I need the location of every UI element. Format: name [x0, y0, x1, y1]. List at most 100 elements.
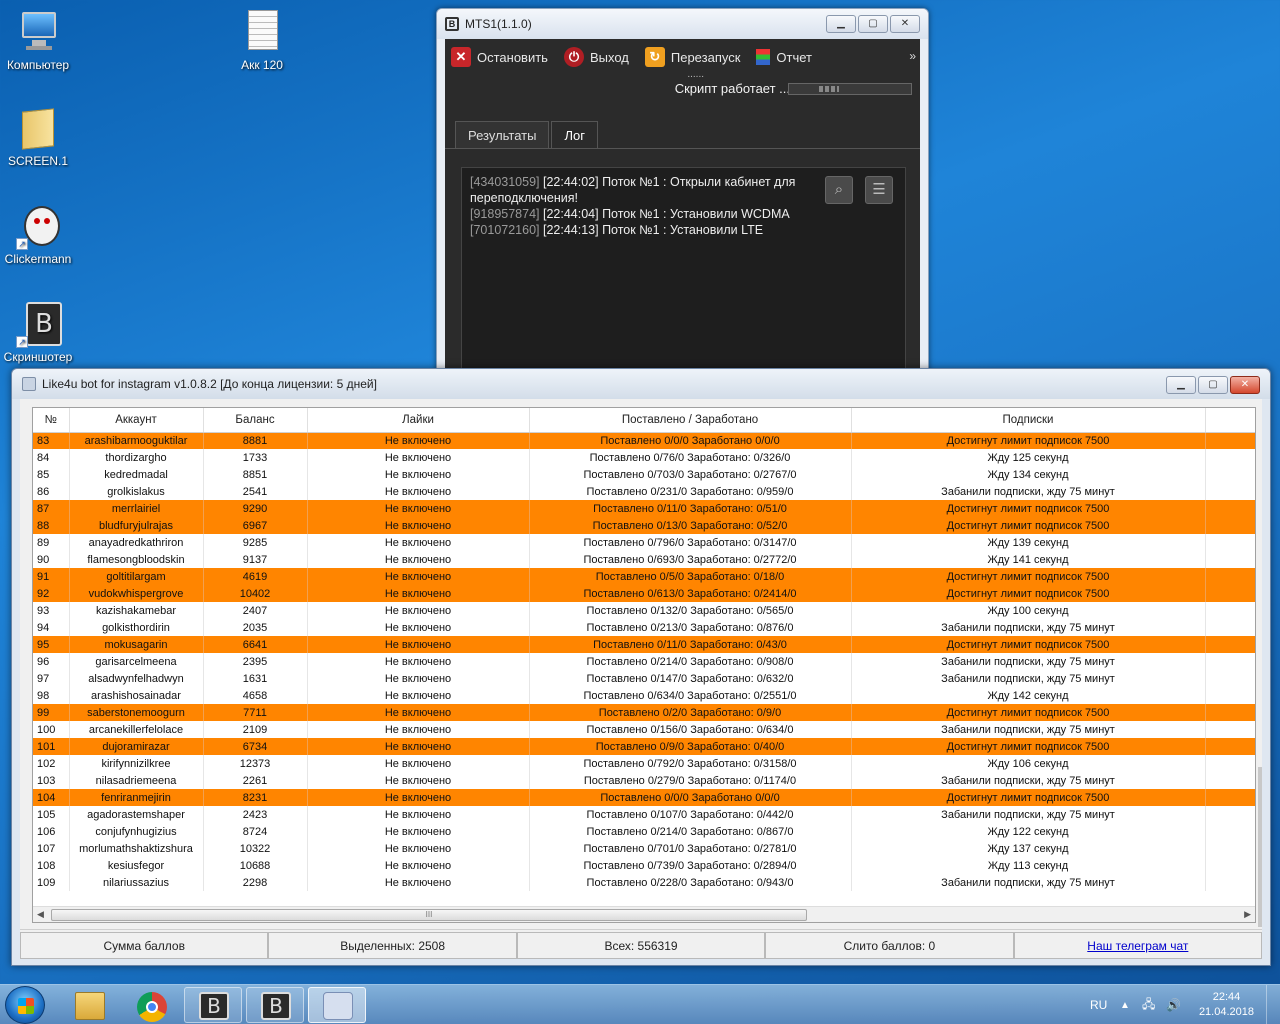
- cell-subscriptions: Забанили подписки, жду 75 минут: [851, 653, 1206, 670]
- table-row[interactable]: 90 flamesongbloodskin 9137 Не включено Поста…: [33, 551, 1255, 568]
- table-row[interactable]: 96 garisarcelmeena 2395 Не включено Поставле…: [33, 653, 1255, 670]
- cell-number: 107: [33, 840, 70, 857]
- table-row[interactable]: 98 arashishosainadar 4658 Не включено Постав…: [33, 687, 1255, 704]
- tab-results[interactable]: Результаты: [455, 121, 550, 148]
- table-row[interactable]: 101 dujoramirazar 6734 Не включено Поставлен…: [33, 738, 1255, 755]
- taskbar-like4u[interactable]: [308, 987, 366, 1023]
- close-button[interactable]: ✕: [890, 15, 920, 33]
- table-row[interactable]: 97 alsadwynfelhadwyn 1631 Не включено Постав…: [33, 670, 1255, 687]
- menu-icon[interactable]: ☰: [865, 176, 893, 204]
- restart-button[interactable]: ↻ Перезапуск: [644, 47, 741, 67]
- cell-number: 104: [33, 789, 70, 806]
- vertical-scrollbar[interactable]: [1258, 767, 1262, 927]
- desktop-icon-clickermann[interactable]: ↗ Clickermann: [0, 202, 76, 266]
- minimize-button[interactable]: ▁: [826, 15, 856, 33]
- cell-balance: 2298: [203, 874, 308, 891]
- cell-balance: 9285: [203, 534, 308, 551]
- cell-number: 102: [33, 755, 70, 772]
- restart-label: Перезапуск: [670, 49, 741, 65]
- language-indicator[interactable]: RU: [1090, 985, 1107, 1024]
- cell-likes: Не включено: [307, 534, 530, 551]
- horizontal-scrollbar[interactable]: ◀ III ▶: [33, 906, 1255, 922]
- table-row[interactable]: 94 golkisthordirin 2035 Не включено Поставле…: [33, 619, 1255, 636]
- taskbar-chrome[interactable]: [122, 987, 180, 1023]
- toolbar-overflow-button[interactable]: »: [909, 49, 916, 63]
- col-number[interactable]: №: [33, 408, 70, 433]
- report-button[interactable]: Отчет: [756, 49, 812, 65]
- table-row[interactable]: 87 merrlairiel 9290 Не включено Поставлено 0…: [33, 500, 1255, 517]
- clickermann-icon: ↗: [14, 202, 62, 250]
- desktop-icon-computer[interactable]: Компьютер: [0, 8, 76, 72]
- cell-likes: Не включено: [307, 789, 530, 806]
- cell-balance: 9137: [203, 551, 308, 568]
- show-desktop-button[interactable]: [1266, 985, 1280, 1024]
- desktop-icon-label: Акк 120: [241, 58, 283, 72]
- col-account[interactable]: Аккаунт: [69, 408, 204, 433]
- taskbar-explorer[interactable]: [60, 987, 118, 1023]
- cell-balance: 2035: [203, 619, 308, 636]
- volume-icon[interactable]: 🔊: [1166, 985, 1181, 1024]
- table-row[interactable]: 106 conjufynhugizius 8724 Не включено Постав…: [33, 823, 1255, 840]
- scrollbar-thumb[interactable]: III: [51, 909, 807, 921]
- table-row[interactable]: 89 anayadredkathriron 9285 Не включено Поста…: [33, 534, 1255, 551]
- table-row[interactable]: 84 thordizargho 1733 Не включено Поставлено …: [33, 449, 1255, 466]
- table-row[interactable]: 93 kazishakamebar 2407 Не включено Поставлен…: [33, 602, 1255, 619]
- table-row[interactable]: 86 grolkislakus 2541 Не включено Поставлено …: [33, 483, 1255, 500]
- cell-last: Н: [1205, 636, 1255, 653]
- tab-log[interactable]: Лог: [551, 121, 598, 148]
- start-button[interactable]: [5, 986, 45, 1024]
- scroll-left-icon[interactable]: ◀: [37, 909, 44, 920]
- telegram-link[interactable]: Наш телеграм чат: [1087, 939, 1188, 953]
- cell-subscriptions: Достигнут лимит подписок 7500: [851, 789, 1206, 806]
- clock[interactable]: 22:44 21.04.2018: [1199, 990, 1254, 1020]
- cell-subscriptions: Достигнут лимит подписок 7500: [851, 704, 1206, 721]
- cell-balance: 8851: [203, 466, 308, 483]
- col-put-earned[interactable]: Поставлено / Заработано: [529, 408, 852, 433]
- stop-button[interactable]: ✕ Остановить: [451, 47, 548, 67]
- cell-account: golkisthordirin: [69, 619, 204, 636]
- network-icon[interactable]: 🖧: [1142, 985, 1155, 1024]
- cell-number: 101: [33, 738, 70, 755]
- table-row[interactable]: 99 saberstonemoogurn 7711 Не включено Постав…: [33, 704, 1255, 721]
- table-row[interactable]: 102 kirifynnizilkree 12373 Не включено Поста…: [33, 755, 1255, 772]
- scroll-right-icon[interactable]: ▶: [1244, 909, 1251, 920]
- table-row[interactable]: 92 vudokwhispergrove 10402 Не включено Поста…: [33, 585, 1255, 602]
- taskbar-screenshoter-2[interactable]: B: [246, 987, 304, 1023]
- col-subscriptions[interactable]: Подписки: [851, 408, 1206, 433]
- table-row[interactable]: 109 nilariussazius 2298 Не включено Поставле…: [33, 874, 1255, 891]
- cell-subscriptions: Забанили подписки, жду 75 минут: [851, 721, 1206, 738]
- tray-expand-icon[interactable]: ▲: [1120, 985, 1130, 1024]
- cell-subscriptions: Жду 142 секунд: [851, 687, 1206, 704]
- cell-account: dujoramirazar: [69, 738, 204, 755]
- table-row[interactable]: 104 fenriranmejirin 8231 Не включено Поставл…: [33, 789, 1255, 806]
- desktop-icon-screenshoter[interactable]: B ↗ Скриншотер: [0, 300, 76, 364]
- table-row[interactable]: 83 arashibarmooguktilar 8881 Не включено Пос…: [33, 432, 1255, 449]
- table-row[interactable]: 85 kedredmadal 8851 Не включено Поставлено 0…: [33, 466, 1255, 483]
- cell-put-earned: Поставлено 0/11/0 Заработано: 0/43/0: [529, 636, 852, 653]
- search-icon[interactable]: ⌕: [825, 176, 853, 204]
- exit-button[interactable]: ⏻ Выход: [563, 47, 629, 67]
- taskbar-screenshoter-1[interactable]: B: [184, 987, 242, 1023]
- desktop-icon-screen1[interactable]: SCREEN.1: [0, 104, 76, 168]
- status-telegram: Наш телеграм чат: [1013, 932, 1263, 959]
- minimize-button[interactable]: ▁: [1166, 376, 1196, 394]
- col-likes[interactable]: Лайки: [307, 408, 530, 433]
- table-row[interactable]: 100 arcanekillerfelolace 2109 Не включено По…: [33, 721, 1255, 738]
- table-row[interactable]: 105 agadorastemshaper 2423 Не включено Поста…: [33, 806, 1255, 823]
- cell-number: 103: [33, 772, 70, 789]
- maximize-button[interactable]: ▢: [1198, 376, 1228, 394]
- table-row[interactable]: 107 morlumathshaktizshura 10322 Не включено…: [33, 840, 1255, 857]
- table-row[interactable]: 103 nilasadriemeena 2261 Не включено Поставл…: [33, 772, 1255, 789]
- table-row[interactable]: 95 mokusagarin 6641 Не включено Поставлено 0…: [33, 636, 1255, 653]
- like4u-titlebar[interactable]: Like4u bot for instagram v1.0.8.2 [До ко…: [12, 369, 1270, 399]
- thumbs-up-icon: [323, 992, 353, 1020]
- desktop-icon-akk120[interactable]: Акк 120: [224, 8, 300, 72]
- table-row[interactable]: 108 kesiusfegor 10688 Не включено Поставлено…: [33, 857, 1255, 874]
- maximize-button[interactable]: ▢: [858, 15, 888, 33]
- table-row[interactable]: 88 bludfuryjulrajas 6967 Не включено Поставл…: [33, 517, 1255, 534]
- col-last[interactable]: Ка: [1205, 408, 1255, 433]
- col-balance[interactable]: Баланс: [203, 408, 308, 433]
- cell-account: kazishakamebar: [69, 602, 204, 619]
- table-row[interactable]: 91 goltitilargam 4619 Не включено Поставлено…: [33, 568, 1255, 585]
- close-button[interactable]: ✕: [1230, 376, 1260, 394]
